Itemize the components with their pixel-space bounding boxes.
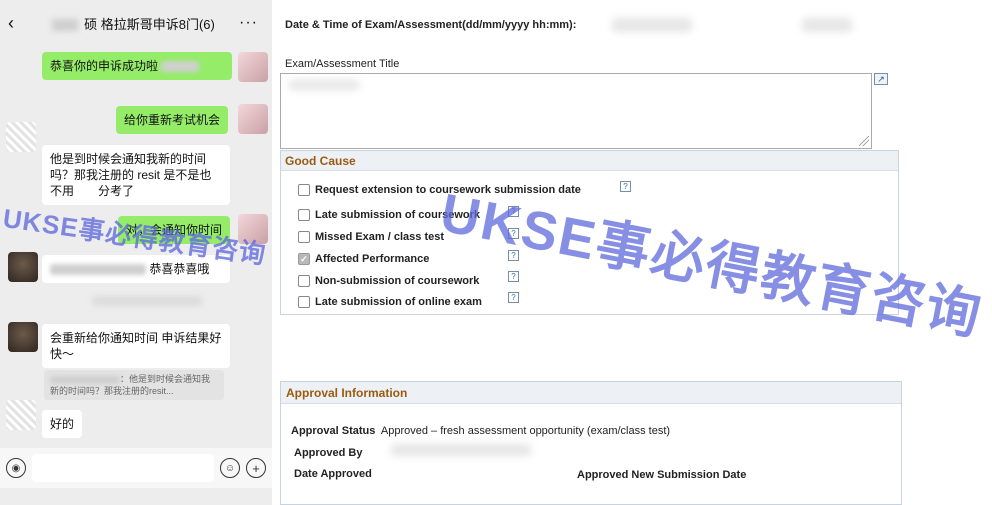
new-submission-label: Approved New Submission Date	[577, 469, 747, 481]
good-cause-heading: Good Cause	[281, 151, 898, 171]
message-text: 给你重新考试机会	[124, 113, 221, 127]
chat-title: 硕 格拉斯哥申诉8门(6)	[28, 14, 239, 33]
option-label: Missed Exam / class test	[315, 231, 445, 243]
option-label: Late submission of online exam	[315, 296, 482, 308]
message-text: 他是到时候会通知我新的时间吗？那我注册的 resit 是不是也不用 分考了	[50, 152, 212, 198]
emoji-icon[interactable]: ☺	[220, 458, 240, 478]
approval-section: Approval Information Approval Status App…	[280, 381, 902, 505]
message-bubble[interactable]: 恭喜你的申诉成功啦	[42, 52, 232, 80]
chat-header: ‹ 硕 格拉斯哥申诉8门(6) ···	[0, 0, 272, 46]
checkbox[interactable]	[298, 296, 310, 308]
date-approved-label: Date Approved	[294, 468, 372, 480]
new-submission-row: Approved New Submission Date	[577, 469, 746, 481]
chat-input-bar: ◉ ☺ +	[0, 448, 272, 488]
approval-status-value: Approved – fresh assessment opportunity …	[380, 425, 671, 437]
message-bubble[interactable]: 他是到时候会通知我新的时间吗？那我注册的 resit 是不是也不用 分考了	[42, 145, 230, 205]
checkbox[interactable]	[298, 209, 310, 221]
exam-title-textarea[interactable]	[280, 73, 872, 149]
approved-by-label: Approved By	[294, 447, 363, 459]
approval-status-row: Approval Status Approved – fresh assessm…	[291, 425, 670, 437]
chat-title-text: 硕 格拉斯哥申诉8门(6)	[84, 16, 215, 32]
avatar[interactable]	[238, 52, 268, 82]
avatar[interactable]	[8, 252, 38, 282]
redacted-time	[802, 18, 852, 32]
option-late-online-exam[interactable]: Late submission of online exam	[298, 296, 482, 308]
checkbox[interactable]	[298, 275, 310, 287]
option-label: Affected Performance	[315, 253, 430, 265]
redacted-system-time	[92, 296, 202, 306]
message-text: 恭喜你的申诉成功啦	[50, 59, 159, 73]
option-non-submission[interactable]: Non-submission of coursework	[298, 275, 479, 287]
message-bubble[interactable]: 好的	[42, 410, 83, 438]
redacted-title	[289, 80, 359, 90]
plus-icon[interactable]: +	[246, 458, 266, 478]
avatar[interactable]	[8, 322, 38, 352]
more-icon[interactable]: ···	[239, 14, 258, 32]
exam-title-label: Exam/Assessment Title	[285, 58, 400, 70]
approval-status-label: Approval Status	[291, 425, 376, 437]
approval-heading: Approval Information	[281, 382, 901, 404]
checkbox[interactable]	[298, 184, 310, 196]
checkbox[interactable]	[298, 231, 310, 243]
message-text: 会重新给你通知时间 申诉结果好快～	[50, 331, 222, 361]
message-bubble[interactable]: 给你重新考试机会	[116, 106, 229, 134]
option-label: Non-submission of coursework	[315, 275, 480, 287]
resize-handle-icon[interactable]	[859, 136, 869, 146]
message-text: 恭喜恭喜哦	[149, 262, 210, 276]
option-affected-performance[interactable]: ✓ Affected Performance	[298, 253, 429, 265]
redacted-text	[50, 264, 146, 276]
avatar[interactable]	[238, 104, 268, 134]
date-approved-row: Date Approved	[294, 468, 372, 480]
checkbox-checked[interactable]: ✓	[298, 253, 310, 265]
redacted-approver	[391, 444, 531, 456]
redacted-text	[50, 375, 120, 384]
date-time-label: Date & Time of Exam/Assessment(dd/mm/yyy…	[285, 19, 577, 31]
back-icon[interactable]: ‹	[8, 13, 28, 34]
redacted-text	[161, 61, 200, 73]
avatar[interactable]	[6, 122, 36, 152]
quoted-message[interactable]: ：他是到时候会通知我新的时间吗？那我注册的resit...	[44, 370, 224, 400]
message-bubble[interactable]: 会重新给你通知时间 申诉结果好快～	[42, 324, 230, 368]
help-icon[interactable]: ?	[620, 181, 631, 192]
expand-icon[interactable]: ↗	[874, 73, 888, 85]
redacted-name	[52, 19, 79, 32]
message-input[interactable]	[32, 454, 214, 482]
help-icon[interactable]: ?	[508, 292, 519, 303]
avatar[interactable]	[6, 400, 36, 430]
option-missed-exam[interactable]: Missed Exam / class test	[298, 231, 444, 243]
message-text: 好的	[50, 417, 75, 431]
help-icon[interactable]: ?	[508, 271, 519, 282]
voice-icon[interactable]: ◉	[6, 458, 26, 478]
redacted-date	[612, 18, 692, 32]
approved-by-row: Approved By	[294, 447, 362, 459]
